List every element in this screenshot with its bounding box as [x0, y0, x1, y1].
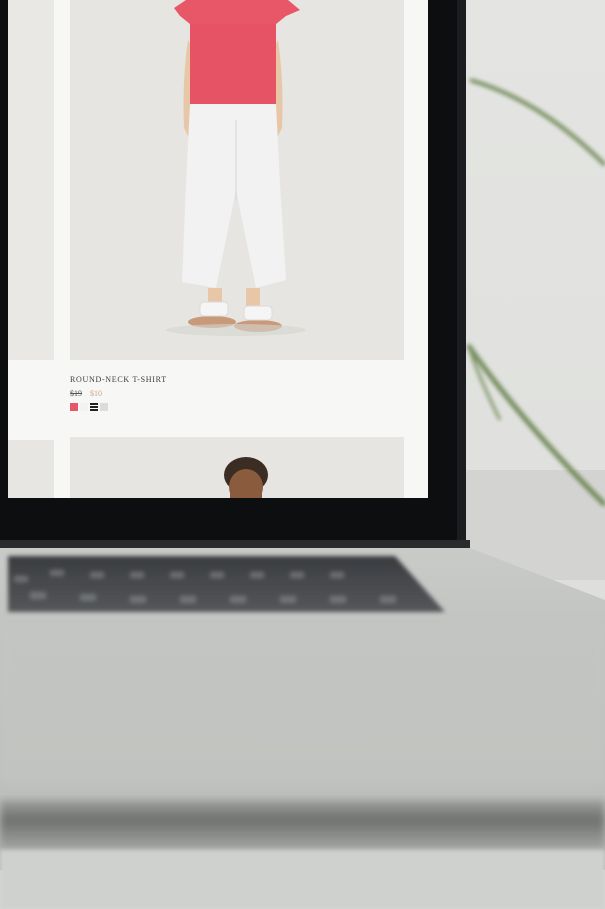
laptop-screen: ROUND-NECK T-SHIRT $19 $10	[8, 0, 428, 498]
product-card-previous[interactable]	[8, 0, 54, 360]
sale-price: $10	[90, 389, 102, 398]
product-image-2[interactable]	[70, 437, 404, 498]
swatch-light[interactable]	[80, 403, 88, 411]
model-head	[224, 457, 268, 498]
original-price: $19	[70, 389, 82, 398]
product-image[interactable]	[70, 0, 404, 360]
price-row: $19 $10	[70, 389, 102, 398]
color-swatches	[70, 403, 108, 411]
model-figure	[166, 0, 306, 336]
product-card-previous-2[interactable]	[8, 440, 54, 498]
swatch-stripe[interactable]	[90, 403, 98, 411]
product-name[interactable]: ROUND-NECK T-SHIRT	[70, 375, 167, 384]
photo-scene: ROUND-NECK T-SHIRT $19 $10	[0, 0, 605, 909]
swatch-coral[interactable]	[70, 403, 78, 411]
swatch-gray[interactable]	[100, 403, 108, 411]
